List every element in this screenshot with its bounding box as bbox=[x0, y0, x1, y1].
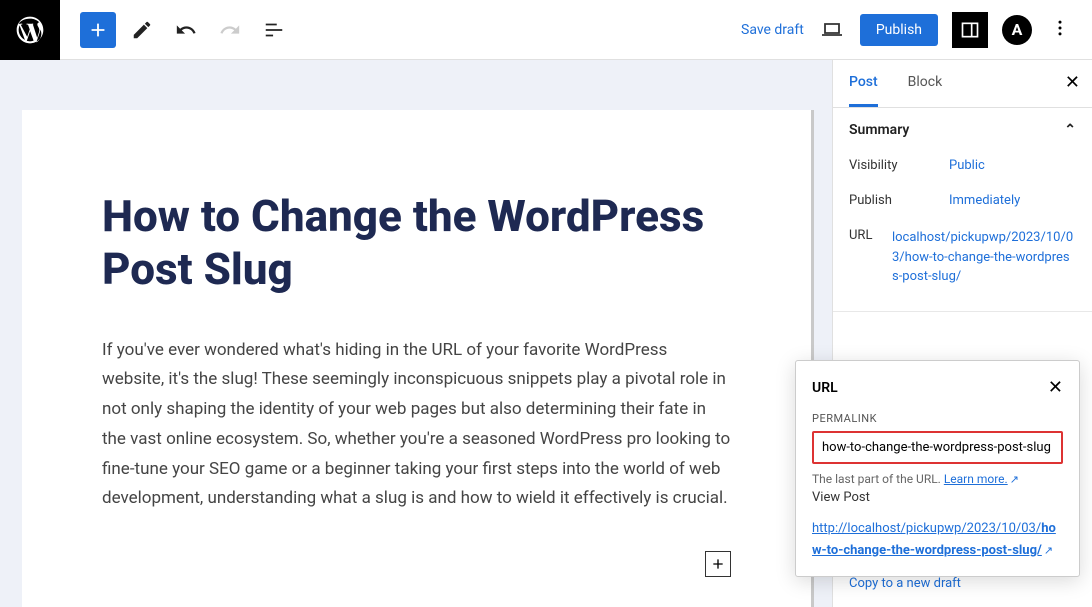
url-popup-header: URL ✕ bbox=[812, 377, 1063, 398]
url-popup: URL ✕ PERMALINK The last part of the URL… bbox=[795, 360, 1080, 577]
redo-button[interactable] bbox=[212, 12, 248, 48]
redo-icon bbox=[219, 19, 241, 41]
settings-sidebar-toggle[interactable] bbox=[952, 12, 988, 48]
visibility-label: Visibility bbox=[849, 158, 949, 173]
url-popup-close-button[interactable]: ✕ bbox=[1048, 377, 1063, 398]
wordpress-logo[interactable] bbox=[0, 0, 60, 60]
add-block-button[interactable] bbox=[80, 12, 116, 48]
summary-panel: Summary ⌃ Visibility Public Publish Imme… bbox=[833, 108, 1092, 312]
plus-icon bbox=[710, 556, 726, 572]
summary-title: Summary bbox=[849, 122, 909, 138]
document-outline-button[interactable] bbox=[256, 12, 292, 48]
tab-post[interactable]: Post bbox=[849, 60, 878, 107]
external-link-icon: ↗ bbox=[1044, 543, 1053, 560]
visibility-row: Visibility Public bbox=[849, 148, 1076, 183]
undo-button[interactable] bbox=[168, 12, 204, 48]
url-popup-title: URL bbox=[812, 380, 838, 396]
plus-icon bbox=[87, 19, 109, 41]
permalink-help-text: The last part of the URL. Learn more.↗ bbox=[812, 472, 1063, 486]
full-permalink-link[interactable]: http://localhost/pickupwp/2023/10/03/how… bbox=[812, 521, 1056, 558]
summary-panel-toggle[interactable]: Summary ⌃ bbox=[849, 122, 1076, 138]
sidebar-tabs: Post Block ✕ bbox=[833, 60, 1092, 108]
chevron-up-icon: ⌃ bbox=[1064, 122, 1076, 138]
external-link-icon: ↗ bbox=[1010, 473, 1019, 486]
url-value[interactable]: localhost/pickupwp/2023/10/03/how-to-cha… bbox=[892, 228, 1076, 287]
plugin-a-button[interactable]: A bbox=[1002, 15, 1032, 45]
visibility-value[interactable]: Public bbox=[949, 158, 1076, 173]
slug-input[interactable] bbox=[812, 431, 1063, 464]
url-row: URL localhost/pickupwp/2023/10/03/how-to… bbox=[849, 218, 1076, 297]
laptop-icon bbox=[820, 18, 844, 42]
post-paragraph[interactable]: If you've ever wondered what's hiding in… bbox=[102, 336, 731, 515]
wordpress-icon bbox=[14, 14, 46, 46]
publish-row: Publish Immediately bbox=[849, 183, 1076, 218]
publish-value[interactable]: Immediately bbox=[949, 193, 1076, 208]
url-label: URL bbox=[849, 228, 892, 287]
editor-canvas[interactable]: How to Change the WordPress Post Slug If… bbox=[22, 110, 814, 607]
tab-block[interactable]: Block bbox=[908, 60, 943, 107]
save-draft-link[interactable]: Save draft bbox=[741, 22, 804, 38]
view-post-label: View Post bbox=[812, 490, 1063, 505]
list-icon bbox=[263, 19, 285, 41]
learn-more-link[interactable]: Learn more.↗ bbox=[944, 472, 1019, 486]
toolbar-right-group: Save draft Publish A bbox=[741, 12, 1092, 48]
undo-icon bbox=[175, 19, 197, 41]
summary-panel-body: Visibility Public Publish Immediately UR… bbox=[849, 138, 1076, 297]
pencil-icon bbox=[131, 19, 153, 41]
preview-button[interactable] bbox=[818, 16, 846, 44]
edit-mode-button[interactable] bbox=[124, 12, 160, 48]
panel-icon bbox=[960, 20, 980, 40]
publish-button[interactable]: Publish bbox=[860, 14, 938, 46]
inline-add-block-button[interactable] bbox=[705, 551, 731, 577]
dots-vertical-icon bbox=[1050, 18, 1070, 38]
more-menu-button[interactable] bbox=[1046, 14, 1074, 46]
top-toolbar: Save draft Publish A bbox=[0, 0, 1092, 60]
publish-label: Publish bbox=[849, 193, 949, 208]
close-sidebar-button[interactable]: ✕ bbox=[1065, 72, 1080, 93]
post-title-input[interactable]: How to Change the WordPress Post Slug bbox=[102, 190, 731, 296]
editor-canvas-wrap: How to Change the WordPress Post Slug If… bbox=[0, 60, 832, 607]
permalink-label: PERMALINK bbox=[812, 412, 1063, 425]
toolbar-left-group bbox=[60, 12, 292, 48]
